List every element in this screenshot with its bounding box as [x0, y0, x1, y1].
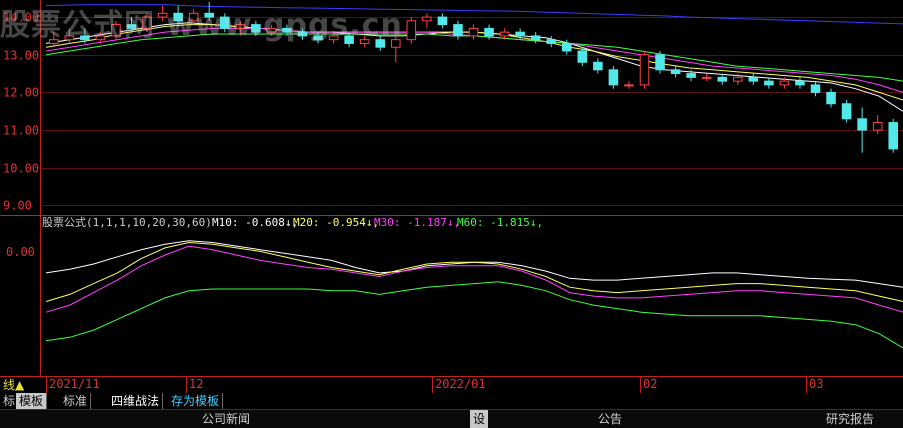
- chart-background: [0, 0, 903, 393]
- period-toggle[interactable]: 线▲: [3, 376, 24, 393]
- candle-body: [484, 27, 494, 37]
- candle[interactable]: [888, 118, 899, 153]
- candle-body: [468, 27, 479, 37]
- candle-body: [764, 80, 774, 86]
- candle-body: [422, 16, 432, 22]
- candle-body: [748, 76, 759, 82]
- candle-body: [639, 54, 650, 86]
- candle-body: [593, 61, 603, 71]
- candle-body: [888, 122, 899, 150]
- price-axis-label: 11.00: [3, 124, 39, 138]
- candle-body: [841, 103, 852, 120]
- candle-body: [872, 122, 883, 131]
- stock-chart-window: 14.00 13.00 12.00 11.00 10.00 9.00 股票公式(1,1,1…: [0, 0, 903, 428]
- candle-body: [453, 24, 463, 37]
- candle-body: [701, 76, 712, 79]
- candle-body: [577, 50, 588, 63]
- price-axis-label: 13.00: [3, 49, 39, 63]
- indicator-m10-value: M10: -0.608↓,: [212, 216, 298, 229]
- tab-4[interactable]: 存为模板: [168, 393, 224, 409]
- indicator-m60-value: M60: -1.815↓,: [457, 216, 543, 229]
- time-axis-label: 2022/01: [435, 377, 486, 391]
- indicator-m30-value: M30: -1.187↓,: [374, 216, 460, 229]
- candle-body: [437, 16, 448, 26]
- time-axis-label: 03: [809, 377, 823, 391]
- candle-body: [655, 54, 665, 71]
- announcement-link[interactable]: 公告: [598, 410, 622, 428]
- price-axis-label: 10.00: [3, 162, 39, 176]
- candle-body: [546, 39, 557, 44]
- indicator-formula: 股票公式(1,1,1,10,20,30,60): [42, 216, 212, 229]
- candle-body: [732, 76, 743, 82]
- candle[interactable]: [608, 66, 619, 89]
- candle[interactable]: [406, 17, 417, 44]
- candle-body: [826, 91, 836, 105]
- company-news-link[interactable]: 公司新闻: [202, 410, 250, 428]
- price-axis-label: 12.00: [3, 86, 39, 100]
- candle-body: [608, 69, 619, 86]
- indicator-header: 股票公式(1,1,1,10,20,30,60) M10: -0.608↓, M2…: [42, 216, 543, 229]
- candle-body: [795, 80, 805, 86]
- watermark: 股票公式网 www.gpgs.cn: [0, 8, 403, 43]
- candle-body: [406, 20, 417, 41]
- candle-body: [530, 35, 541, 41]
- candle-body: [810, 84, 821, 93]
- candle-body: [499, 31, 510, 37]
- candle-body: [515, 31, 525, 37]
- time-axis-label: 02: [643, 377, 657, 391]
- bottom-bar: 公司新闻 设 公告 研究报告: [0, 409, 903, 428]
- indicator-axis-label: 0.00: [6, 245, 35, 259]
- price-axis-label: 9.00: [3, 199, 32, 213]
- chart-area[interactable]: 14.0013.0012.0011.0010.009.00 股票公式(1,1,1…: [0, 0, 903, 393]
- time-axis-label: 12: [189, 377, 203, 391]
- time-axis-label: 2021/11: [49, 377, 100, 391]
- candle-body: [670, 69, 681, 75]
- tab-1[interactable]: 模板: [16, 393, 48, 409]
- tab-2[interactable]: 标准: [60, 393, 92, 409]
- candle-body: [857, 118, 867, 131]
- candle-body: [624, 84, 634, 87]
- candle-body: [779, 80, 790, 86]
- candle-body: [717, 76, 728, 82]
- candle-body: [561, 42, 572, 52]
- research-report-link[interactable]: 研究报告: [826, 410, 874, 428]
- candle[interactable]: [639, 50, 650, 89]
- template-tabs: 标模板 标准 四维战法 存为模板: [0, 393, 903, 409]
- indicator-m20-value: M20: -0.954↓,: [293, 216, 379, 229]
- candle-body: [686, 73, 696, 78]
- candle[interactable]: [841, 99, 852, 123]
- candle[interactable]: [655, 50, 665, 74]
- settings-button[interactable]: 设: [470, 410, 489, 428]
- tab-3[interactable]: 四维战法: [108, 393, 164, 409]
